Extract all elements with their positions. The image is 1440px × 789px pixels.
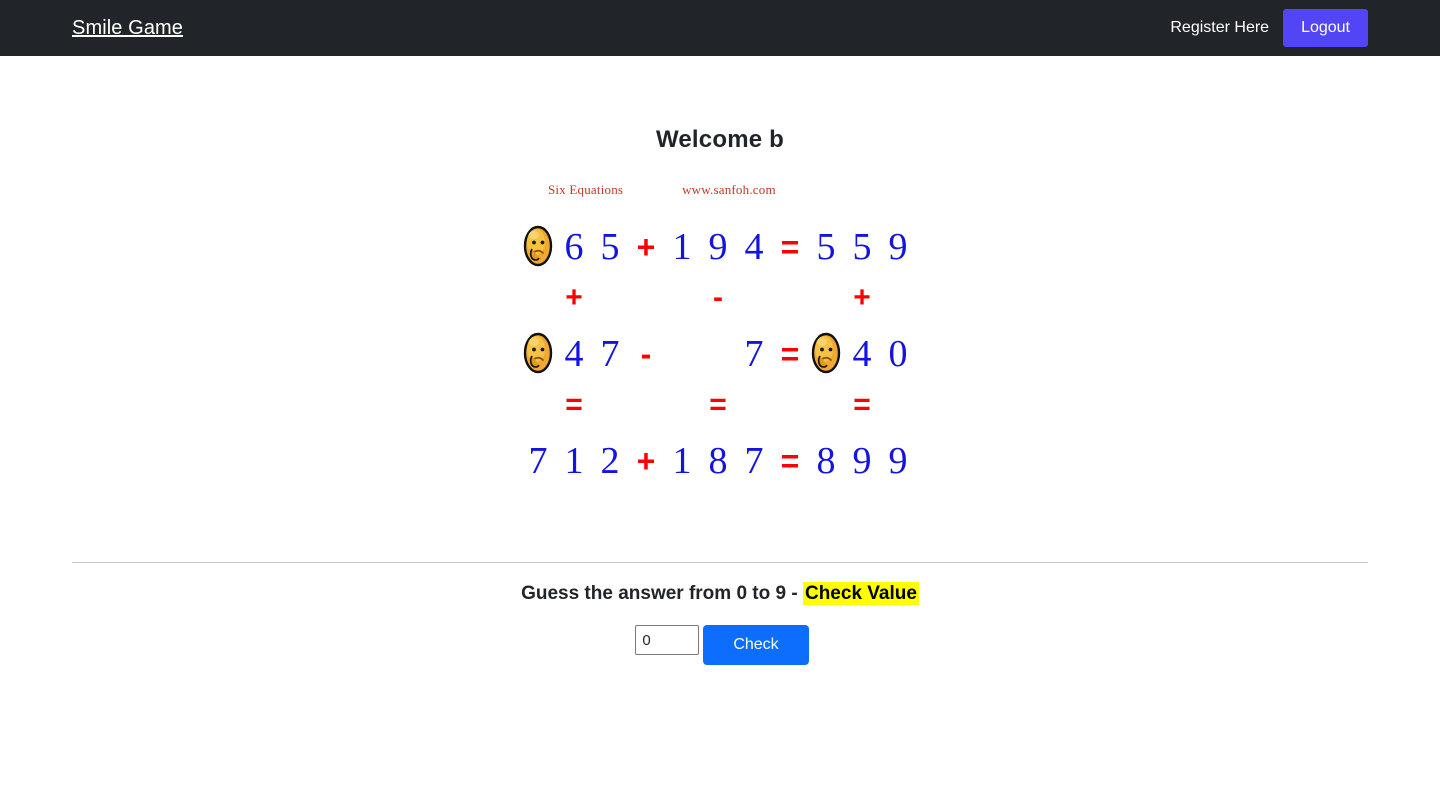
puzzle-digit-cell: 4	[844, 335, 880, 373]
puzzle-operator-cell: -	[628, 338, 664, 370]
puzzle-vertical-operator: +	[844, 283, 880, 313]
puzzle-digit-cell: 1	[664, 228, 700, 266]
puzzle-digit-cell: 1	[664, 442, 700, 480]
puzzle-image-wrapper: Six Equations www.sanfoh.com 65+194=559+…	[0, 174, 1440, 534]
check-button[interactable]: Check	[703, 625, 808, 665]
register-here-link[interactable]: Register Here	[1162, 15, 1277, 41]
puzzle-digit-cell: 4	[736, 228, 772, 266]
puzzle-vertical-operator: =	[844, 390, 880, 420]
puzzle-operator-cell: +	[628, 231, 664, 263]
puzzle-digit-cell: 5	[808, 228, 844, 266]
main-content: Welcome b Six Equations www.sanfoh.com 6…	[0, 56, 1440, 665]
puzzle-operator-cell: +	[628, 445, 664, 477]
brand-link[interactable]: Smile Game	[72, 17, 183, 40]
puzzle-vertical-operator: =	[700, 390, 736, 420]
puzzle-digit-cell: 7	[736, 442, 772, 480]
puzzle-digit-cell: 8	[700, 442, 736, 480]
puzzle-operator-cell: =	[772, 231, 808, 263]
puzzle-face-cell	[520, 225, 556, 269]
puzzle-digit-cell: 5	[844, 228, 880, 266]
guess-prompt: Guess the answer from 0 to 9 - Check Val…	[0, 583, 1440, 605]
logout-button[interactable]: Logout	[1283, 9, 1368, 46]
puzzle-face-cell	[808, 332, 844, 376]
puzzle-vertical-operator: -	[700, 283, 736, 313]
puzzle-equation-row: 712+187=899	[520, 430, 920, 492]
puzzle-operator-cell: =	[772, 338, 808, 370]
puzzle-equation-row: 47-7= 40	[520, 323, 920, 385]
puzzle-digit-cell: 8	[808, 442, 844, 480]
puzzle-operator-row: + - +	[520, 278, 920, 318]
thinking-face-icon	[523, 332, 553, 376]
thinking-face-icon	[523, 225, 553, 269]
puzzle-digit-cell: 7	[520, 442, 556, 480]
puzzle-digit-cell: 1	[556, 442, 592, 480]
puzzle-digit-cell: 5	[592, 228, 628, 266]
guess-prompt-text: Guess the answer from 0 to 9 -	[521, 583, 803, 604]
puzzle-digit-cell: 0	[880, 335, 916, 373]
guess-input[interactable]	[635, 625, 699, 655]
navbar-right-group: Register Here Logout	[1162, 9, 1368, 46]
puzzle-operator-cell: =	[772, 445, 808, 477]
puzzle-digit-cell: 7	[736, 335, 772, 373]
puzzle-digit-cell: 9	[880, 442, 916, 480]
puzzle-vertical-operator: +	[556, 283, 592, 313]
puzzle-credits: Six Equations www.sanfoh.com	[548, 182, 918, 198]
section-divider	[72, 562, 1368, 563]
thinking-face-icon	[811, 332, 841, 376]
puzzle-digit-cell: 6	[556, 228, 592, 266]
puzzle-digit-cell: 9	[880, 228, 916, 266]
puzzle-face-cell	[520, 332, 556, 376]
six-equations-puzzle: Six Equations www.sanfoh.com 65+194=559+…	[520, 174, 920, 534]
puzzle-credit-label: Six Equations	[548, 182, 623, 197]
puzzle-digit-cell: 2	[592, 442, 628, 480]
puzzle-operator-row: = = =	[520, 385, 920, 425]
puzzle-equation-row: 65+194=559	[520, 216, 920, 278]
guess-form: Check	[0, 625, 1440, 665]
puzzle-credit-url: www.sanfoh.com	[682, 182, 776, 197]
puzzle-digit-cell: 9	[844, 442, 880, 480]
puzzle-digit-cell: 4	[556, 335, 592, 373]
top-navbar: Smile Game Register Here Logout	[0, 0, 1440, 56]
puzzle-digit-cell: 7	[592, 335, 628, 373]
check-value-highlight: Check Value	[803, 582, 919, 605]
page-title: Welcome b	[0, 56, 1440, 154]
puzzle-vertical-operator: =	[556, 390, 592, 420]
puzzle-digit-cell: 9	[700, 228, 736, 266]
